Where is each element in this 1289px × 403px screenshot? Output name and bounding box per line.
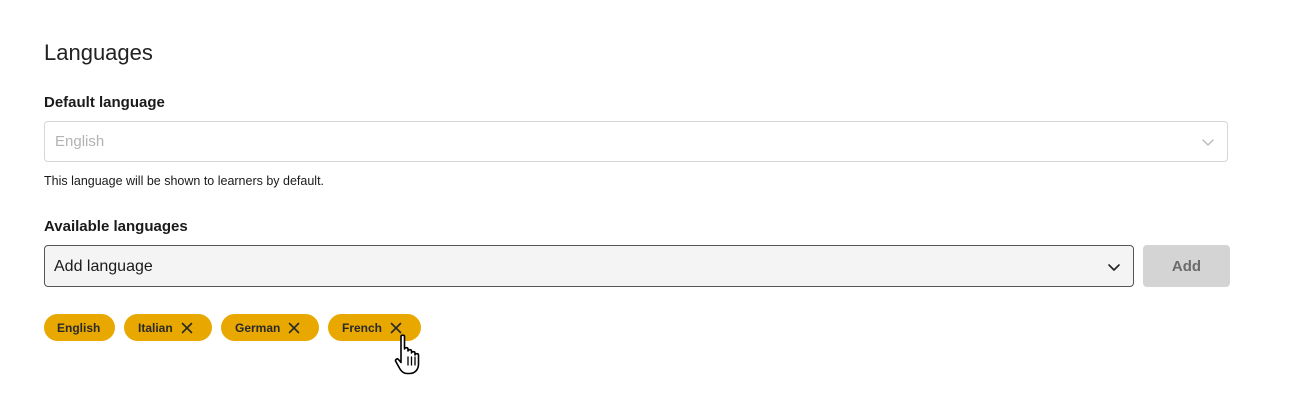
language-tag-label: German [235,320,281,335]
chevron-down-icon [1202,139,1214,146]
hand-pointer-cursor-icon [394,334,420,375]
add-language-button[interactable]: Add [1143,245,1230,287]
close-icon[interactable] [181,322,193,334]
close-icon[interactable] [390,322,402,334]
chevron-down-icon [1108,264,1120,271]
default-language-help-text: This language will be shown to learners … [44,174,325,188]
language-tag-english: English [44,314,115,341]
language-tag-label: English [57,320,101,335]
add-language-select[interactable]: Add language [44,245,1134,287]
language-tag-italian: Italian [124,314,212,341]
add-language-value: Add language [54,258,153,275]
languages-settings-panel: Languages Default language English This … [0,0,1289,403]
language-tag-label: French [342,320,383,335]
default-language-value: English [55,133,105,150]
default-language-select[interactable]: English [44,121,1228,162]
available-languages-label: Available languages [44,218,188,235]
language-tag-label: Italian [138,320,173,335]
close-icon[interactable] [288,322,300,334]
language-tag-german: German [221,314,319,341]
default-language-label: Default language [44,94,165,111]
section-title: Languages [44,40,153,65]
